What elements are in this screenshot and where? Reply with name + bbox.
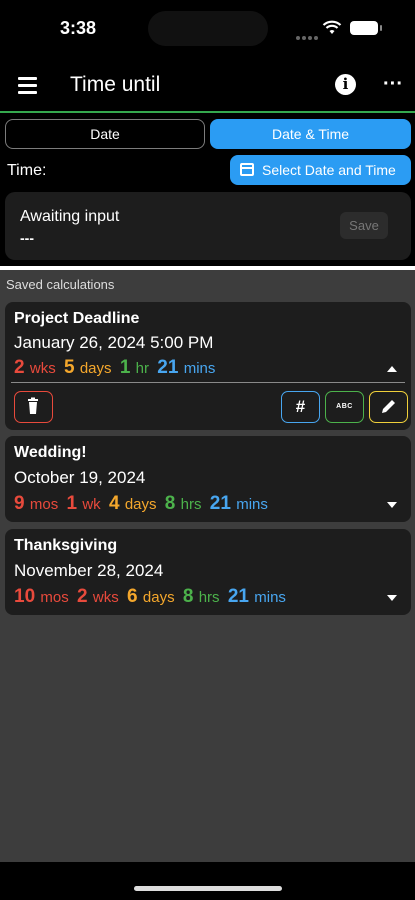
countdown-value: 6	[127, 586, 138, 607]
hamburger-menu-icon[interactable]	[18, 77, 37, 94]
countdown-unit: hrs	[180, 496, 202, 513]
number-format-button[interactable]: #	[281, 391, 320, 423]
time-label: Time:	[7, 162, 47, 179]
saved-card-date: November 28, 2024	[14, 561, 164, 580]
countdown-unit: days	[124, 496, 157, 513]
select-date-time-button[interactable]: Select Date and Time	[230, 155, 411, 185]
countdown-unit: wks	[29, 360, 56, 377]
delete-button[interactable]	[14, 391, 53, 423]
home-indicator[interactable]	[134, 886, 282, 891]
countdown-unit: hrs	[198, 589, 220, 606]
saved-calculations-list: Saved calculations Project Deadline Janu…	[0, 270, 415, 862]
save-button[interactable]: Save	[340, 212, 388, 239]
countdown-value: 2	[14, 357, 25, 378]
page-title: Time until	[70, 73, 161, 96]
wifi-icon	[322, 20, 342, 34]
saved-calculations-header: Saved calculations	[6, 277, 115, 292]
home-bar	[0, 862, 415, 900]
countdown-value: 21	[227, 586, 249, 607]
calendar-icon	[240, 163, 254, 176]
saved-card[interactable]: Wedding! October 19, 2024 9 mos 1 wk 4 d…	[5, 436, 411, 522]
battery-icon	[350, 21, 382, 35]
saved-card-countdown: 2 wks 5 days 1 hr 21 mins	[14, 357, 218, 379]
result-status: Awaiting input	[20, 208, 120, 225]
countdown-unit: wk	[82, 496, 101, 513]
countdown-value: 8	[182, 586, 194, 607]
tab-date[interactable]: Date	[5, 119, 205, 149]
result-value: ---	[20, 230, 34, 246]
countdown-unit: mos	[40, 589, 69, 606]
result-card: Awaiting input --- Save	[5, 192, 411, 260]
saved-card-countdown: 10 mos 2 wks 6 days 8 hrs 21 mins	[14, 586, 289, 608]
app-bar: Time until i ···	[0, 60, 415, 110]
countdown-unit: mins	[254, 589, 286, 606]
tab-date-and-time[interactable]: Date & Time	[210, 119, 411, 149]
countdown-value: 1	[66, 493, 78, 514]
select-date-time-label: Select Date and Time	[262, 162, 396, 178]
countdown-value: 1	[119, 357, 131, 378]
info-icon[interactable]: i	[335, 74, 356, 95]
status-bar: 3:38	[0, 0, 415, 56]
expand-chevron-down-icon[interactable]	[387, 502, 397, 508]
card-divider	[11, 382, 405, 383]
collapse-chevron-up-icon[interactable]	[387, 366, 397, 372]
text-format-button[interactable]: ABC	[325, 391, 364, 423]
saved-card[interactable]: Thanksgiving November 28, 2024 10 mos 2 …	[5, 529, 411, 615]
countdown-value: 5	[63, 357, 75, 378]
countdown-value: 10	[14, 586, 36, 607]
saved-card-date: October 19, 2024	[14, 468, 146, 487]
saved-card-name: Wedding!	[14, 444, 87, 461]
dynamic-island	[148, 11, 268, 46]
countdown-unit: mins	[183, 360, 216, 377]
countdown-value: 21	[209, 493, 231, 514]
countdown-unit: wks	[92, 589, 119, 606]
status-time: 3:38	[60, 18, 97, 38]
expand-chevron-down-icon[interactable]	[387, 595, 397, 601]
countdown-unit: days	[79, 360, 112, 377]
countdown-value: 21	[157, 357, 179, 378]
countdown-unit: mins	[236, 496, 268, 513]
pencil-icon	[382, 400, 395, 413]
cellular-signal-icon	[296, 27, 320, 45]
countdown-unit: days	[142, 589, 175, 606]
countdown-unit: mos	[29, 496, 59, 513]
saved-card-countdown: 9 mos 1 wk 4 days 8 hrs 21 mins	[14, 493, 271, 515]
countdown-unit: hr	[135, 360, 150, 377]
edit-button[interactable]	[369, 391, 408, 423]
saved-card[interactable]: Project Deadline January 26, 2024 5:00 P…	[5, 302, 411, 430]
countdown-value: 9	[14, 493, 25, 514]
saved-card-name: Project Deadline	[14, 310, 140, 327]
saved-card-date: January 26, 2024 5:00 PM	[14, 333, 214, 352]
app-bar-divider	[0, 111, 415, 113]
saved-card-name: Thanksgiving	[14, 537, 118, 554]
countdown-value: 4	[108, 493, 120, 514]
countdown-value: 8	[164, 493, 176, 514]
more-horizontal-icon[interactable]: ···	[383, 73, 403, 96]
trash-icon	[28, 397, 38, 414]
countdown-value: 2	[77, 586, 88, 607]
